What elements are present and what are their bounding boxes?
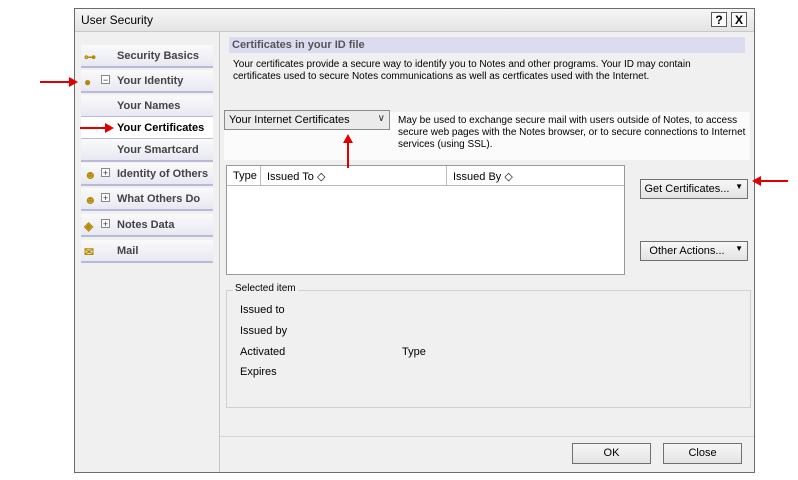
arrow-shaft [760, 180, 788, 182]
arrow-head [69, 77, 78, 87]
group-icon: ☻ [84, 193, 97, 207]
sidebar-item-label: Your Smartcard [117, 144, 199, 156]
arrow-shaft [347, 142, 349, 168]
button-label: Get Certificates... [644, 183, 730, 195]
column-header-issued-to[interactable]: Issued To ◇ [261, 166, 447, 186]
other-actions-button[interactable]: Other Actions... ▼ [640, 241, 748, 261]
title-bar: User Security ? X [75, 9, 754, 32]
sidebar-item-label: Your Identity [117, 75, 184, 87]
issued-by-label: Issued by [240, 325, 288, 337]
sidebar-item-label: Your Names [117, 100, 181, 112]
activated-label: Activated [240, 346, 286, 358]
dropdown-arrow-icon: ▼ [735, 182, 743, 191]
footer-divider [220, 436, 754, 437]
sidebar-item-security-basics[interactable]: ⊶ Security Basics [81, 45, 213, 68]
data-icon: ◈ [84, 219, 94, 233]
column-header-type[interactable]: Type [227, 166, 261, 186]
sort-icon: ◇ [316, 171, 326, 183]
main-content: Certificates in your ID file Your certif… [220, 32, 754, 472]
sidebar-item-your-identity[interactable]: ● − Your Identity [81, 70, 213, 93]
section-description: Your certificates provide a secure way t… [233, 59, 691, 82]
sort-icon: ◇ [504, 171, 513, 183]
sidebar-item-your-names[interactable]: Your Names [81, 95, 213, 118]
sidebar-item-label: Security Basics [117, 50, 199, 62]
arrow-head [105, 123, 114, 133]
sidebar: ⊶ Security Basics ● − Your Identity Your… [75, 32, 220, 472]
window-title: User Security [81, 13, 154, 27]
mail-icon: ✉ [84, 245, 95, 259]
sidebar-item-label: Your Certificates [117, 122, 205, 134]
expand-icon[interactable]: + [101, 168, 110, 178]
sidebar-item-notes-data[interactable]: ◈ + Notes Data [81, 214, 213, 237]
sidebar-item-label: Notes Data [117, 219, 175, 231]
identity-icon: ● [84, 75, 92, 89]
column-label: Issued To [267, 171, 314, 183]
select-value: Your Internet Certificates [229, 114, 350, 126]
sidebar-item-label: Mail [117, 245, 139, 257]
certificate-type-select[interactable]: Your Internet Certificates ∨ [224, 110, 390, 130]
expand-icon[interactable]: + [101, 193, 110, 203]
arrow-shaft [40, 81, 70, 83]
selected-item-legend: Selected item [233, 283, 298, 294]
expires-label: Expires [240, 366, 277, 378]
column-header-issued-by[interactable]: Issued By ◇ [447, 166, 624, 186]
people-icon: ☻ [84, 168, 97, 182]
sidebar-item-identity-of-others[interactable]: ☻ + Identity of Others [81, 163, 213, 186]
sidebar-item-your-smartcard[interactable]: Your Smartcard [81, 139, 213, 162]
collapse-icon[interactable]: − [101, 75, 110, 85]
chevron-down-icon: ∨ [377, 113, 385, 124]
close-button[interactable]: Close [663, 443, 742, 464]
key-icon: ⊶ [84, 50, 96, 64]
certificate-type-note: May be used to exchange secure mail with… [398, 115, 746, 150]
sidebar-item-mail[interactable]: ✉ Mail [81, 240, 213, 263]
sidebar-item-label: Identity of Others [117, 168, 209, 180]
issued-to-label: Issued to [240, 304, 285, 316]
column-label: Issued By [453, 171, 502, 183]
close-window-button[interactable]: X [731, 12, 747, 27]
sidebar-item-label: What Others Do [117, 193, 201, 205]
type-label: Type [402, 346, 426, 358]
button-label: Other Actions... [649, 245, 725, 257]
expand-icon[interactable]: + [101, 219, 110, 229]
dropdown-arrow-icon: ▼ [735, 244, 743, 253]
ok-button[interactable]: OK [572, 443, 651, 464]
certificates-table[interactable]: Type Issued To ◇ Issued By ◇ [226, 165, 625, 275]
selected-item-group: Selected item Issued to Issued by Activa… [226, 283, 751, 408]
get-certificates-button[interactable]: Get Certificates... ▼ [640, 179, 748, 199]
section-title: Certificates in your ID file [229, 37, 745, 53]
user-security-dialog: User Security ? X ⊶ Security Basics ● − … [74, 8, 755, 473]
sidebar-item-what-others-do[interactable]: ☻ + What Others Do [81, 188, 213, 211]
arrow-shaft [80, 127, 106, 129]
help-button[interactable]: ? [711, 12, 727, 27]
